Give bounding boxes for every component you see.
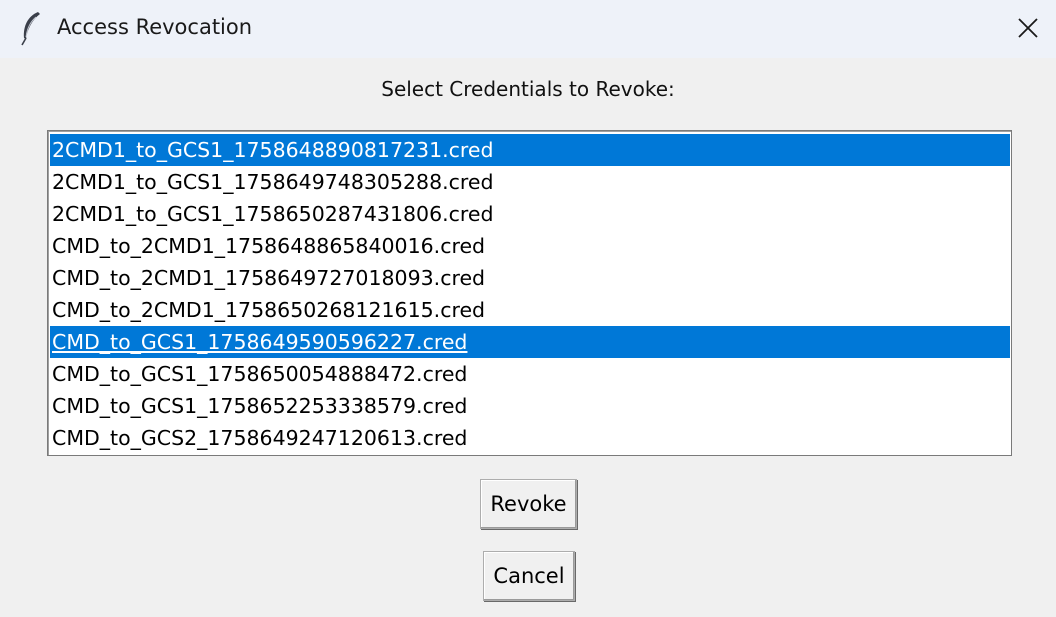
list-item[interactable]: CMD_to_2CMD1_1758649727018093.cred [50,262,1010,294]
list-item[interactable]: CMD_to_2CMD1_1758648865840016.cred [50,230,1010,262]
list-item-label: CMD_to_GCS1_1758652253338579.cred [52,394,468,418]
list-item[interactable]: CMD_to_GCS2_1758649247120613.cred [50,422,1010,454]
list-item[interactable]: CMD_to_GCS1_1758652253338579.cred [50,390,1010,422]
feather-icon [18,10,44,46]
window-title: Access Revocation [57,15,253,39]
list-item-label: 2CMD1_to_GCS1_1758648890817231.cred [52,138,494,162]
list-item[interactable]: 2CMD1_to_GCS1_1758650287431806.cred [50,198,1010,230]
list-item-label: CMD_to_2CMD1_1758648865840016.cred [52,234,486,258]
list-item[interactable]: CMD_to_2CMD1_1758650268121615.cred [50,294,1010,326]
list-item-label: 2CMD1_to_GCS1_1758649748305288.cred [52,170,494,194]
list-item-label: 2CMD1_to_GCS1_1758650287431806.cred [52,202,494,226]
credentials-listbox[interactable]: 2CMD1_to_GCS1_1758648890817231.cred 2CMD1… [47,130,1012,456]
list-item[interactable]: 2CMD1_to_GCS1_1758649748305288.cred [50,166,1010,198]
revoke-button[interactable]: Revoke [480,479,577,529]
list-item-label: CMD_to_2CMD1_1758650268121615.cred [52,298,486,322]
close-button[interactable] [1000,0,1056,58]
list-item-label: CMD_to_GCS1_1758650054888472.cred [52,362,468,386]
list-item-label: CMD_to_GCS1_1758649590596227.cred [52,330,468,354]
prompt-label: Select Credentials to Revoke: [381,77,675,101]
access-revocation-window: Access Revocation Select Credentials to … [0,0,1056,617]
close-icon [1018,18,1038,38]
list-item-label: CMD_to_2CMD1_1758649727018093.cred [52,266,486,290]
list-item[interactable]: CMD_to_GCS1_1758649590596227.cred [50,326,1010,358]
cancel-button[interactable]: Cancel [483,551,575,601]
title-bar[interactable]: Access Revocation [0,0,1056,58]
list-item-label: CMD_to_GCS2_1758649247120613.cred [52,426,468,450]
list-item[interactable]: 2CMD1_to_GCS1_1758648890817231.cred [50,134,1010,166]
list-item[interactable]: CMD_to_GCS1_1758650054888472.cred [50,358,1010,390]
